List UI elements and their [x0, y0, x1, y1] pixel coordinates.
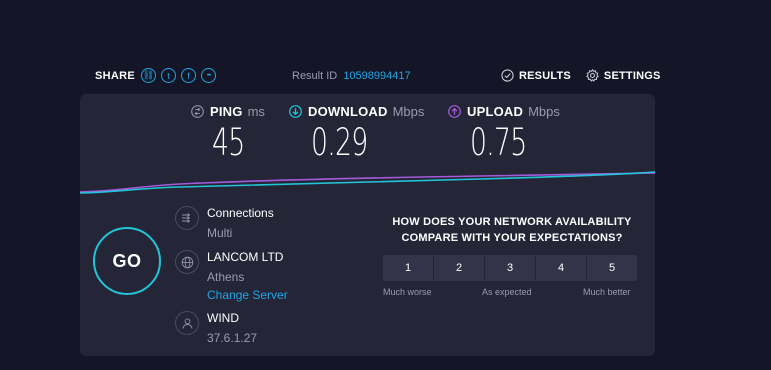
- globe-icon: [175, 250, 199, 274]
- rating-option-3[interactable]: 3: [485, 255, 535, 281]
- download-icon: [289, 105, 302, 118]
- download-unit: Mbps: [392, 104, 425, 119]
- speed-graph: [80, 171, 655, 194]
- ping-value: 45: [212, 121, 245, 164]
- rating-labels: Much worse As expected Much better: [383, 287, 639, 301]
- change-server-link[interactable]: Change Server: [207, 288, 288, 302]
- share-label: SHARE: [95, 69, 136, 82]
- rating-option-5[interactable]: 5: [587, 255, 637, 281]
- rating-low-label: Much worse: [383, 287, 432, 297]
- link-icon[interactable]: ⛓: [141, 68, 157, 83]
- provider-info: WIND 37.6.1.27: [175, 311, 257, 345]
- result-id-label: Result ID: [292, 70, 338, 82]
- survey-question: HOW DOES YOUR NETWORK AVAILABILITY COMPA…: [392, 216, 632, 244]
- upload-label: UPLOAD: [467, 104, 524, 119]
- rating-option-1[interactable]: 1: [383, 255, 433, 281]
- ping-label: PING: [210, 104, 243, 119]
- server-name: LANCOM LTD: [207, 250, 284, 264]
- ping-metric: PING ms 45: [191, 104, 265, 164]
- top-nav: RESULTS SETTINGS: [501, 69, 676, 82]
- upload-metric: UPLOAD Mbps 0.75: [448, 104, 560, 164]
- more-icon[interactable]: •••: [201, 68, 217, 83]
- rating-mid-label: As expected: [482, 287, 532, 297]
- rating-option-2[interactable]: 2: [434, 255, 484, 281]
- ping-unit: ms: [247, 104, 265, 119]
- result-id-link[interactable]: 10598994417: [343, 70, 410, 82]
- upload-unit: Mbps: [528, 104, 560, 119]
- settings-label: SETTINGS: [603, 69, 661, 82]
- rating-option-4[interactable]: 4: [536, 255, 586, 281]
- results-panel: PING ms 45 DOWNLOAD Mbps 0.29 UPLOAD Mbp…: [80, 94, 655, 356]
- user-icon: [175, 311, 199, 335]
- rating-scale: 1 2 3 4 5: [383, 255, 638, 281]
- provider-name: WIND: [207, 311, 239, 325]
- top-bar: SHARE ⛓ t f ••• Result ID 10598994417 RE…: [0, 64, 771, 90]
- upload-icon: [448, 105, 461, 118]
- results-link[interactable]: RESULTS: [501, 69, 571, 82]
- rating-high-label: Much better: [583, 287, 631, 297]
- ping-icon: [191, 105, 204, 118]
- connections-icon: [175, 206, 199, 230]
- connections-value: Multi: [207, 226, 233, 240]
- connections-info: Connections Multi: [175, 206, 274, 240]
- go-button[interactable]: GO: [93, 227, 161, 295]
- download-label: DOWNLOAD: [308, 104, 388, 119]
- gear-icon: [585, 69, 599, 82]
- download-metric: DOWNLOAD Mbps 0.29: [289, 104, 424, 164]
- connections-label: Connections: [207, 206, 274, 220]
- server-info: LANCOM LTD Athens Change Server: [175, 250, 288, 302]
- share-bar: SHARE ⛓ t f •••: [95, 68, 221, 83]
- provider-ip: 37.6.1.27: [207, 331, 258, 345]
- server-location: Athens: [207, 270, 245, 284]
- download-value: 0.29: [311, 121, 368, 164]
- results-label: RESULTS: [519, 69, 571, 82]
- check-circle-icon: [501, 69, 514, 82]
- facebook-icon[interactable]: f: [181, 68, 197, 83]
- twitter-icon[interactable]: t: [161, 68, 177, 83]
- settings-link[interactable]: SETTINGS: [585, 69, 661, 82]
- upload-value: 0.75: [470, 121, 527, 164]
- result-id: Result ID 10598994417: [292, 70, 411, 82]
